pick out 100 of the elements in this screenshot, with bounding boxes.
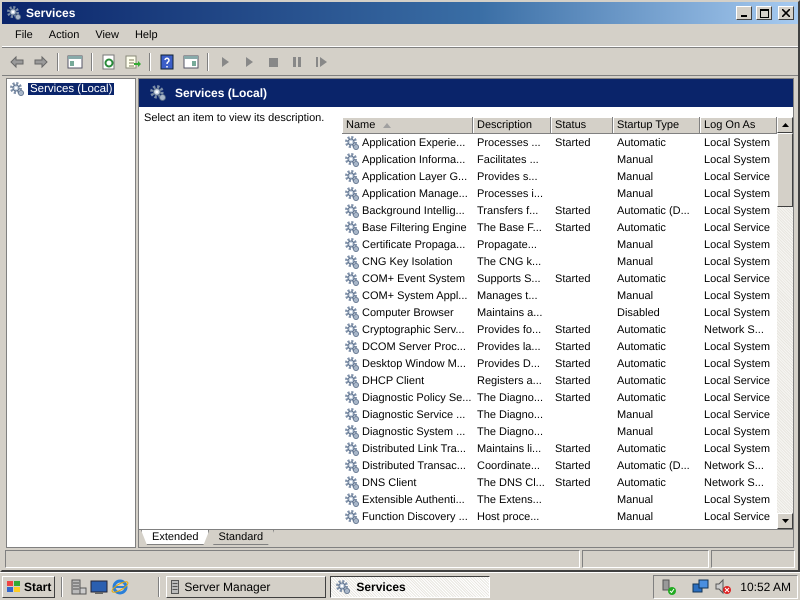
table-cell: Local System (704, 256, 770, 268)
table-cell: Automatic (617, 324, 666, 336)
table-cell: The DNS Cl... (477, 476, 545, 488)
service-name: Desktop Window M... (362, 358, 466, 370)
table-cell: Manual (617, 426, 654, 438)
table-cell: Automatic (617, 392, 666, 404)
muted-speaker-icon[interactable] (714, 578, 732, 596)
table-cell: Disabled (617, 306, 660, 318)
table-cell: Local System (704, 188, 770, 200)
service-name: Application Manage... (362, 188, 468, 200)
table-cell: Automatic (617, 374, 666, 386)
service-name: CNG Key Isolation (362, 256, 452, 268)
menu-item[interactable]: Help (126, 27, 166, 43)
table-cell: Manual (617, 494, 654, 506)
table-cell: Manual (617, 188, 654, 200)
table-cell: Manual (617, 510, 654, 522)
column-header[interactable]: Name (342, 117, 473, 133)
table-cell: Registers a... (477, 374, 542, 386)
gear-icon (344, 202, 360, 218)
gear-icon (344, 356, 360, 372)
gear-icon (344, 236, 360, 252)
table-cell: Local Service (704, 222, 770, 234)
up-arrow-icon (782, 123, 788, 127)
table-cell: Started (555, 358, 590, 370)
gear-icon (344, 474, 360, 490)
table-cell: Automatic (617, 136, 666, 148)
gear-icon (344, 440, 360, 456)
column-header[interactable]: Status (551, 117, 613, 133)
table-cell: The Diagno... (477, 392, 544, 404)
clock: 10:52 AM (740, 580, 791, 594)
table-cell: Automatic (D... (617, 460, 690, 472)
network-check-icon[interactable] (660, 578, 678, 596)
service-name: Computer Browser (362, 306, 454, 318)
table-cell: Local System (704, 136, 770, 148)
menu-item[interactable]: File (7, 27, 41, 43)
gear-icon (149, 84, 167, 102)
service-name: Distributed Link Tra... (362, 442, 466, 454)
table-cell: Automatic (617, 340, 666, 352)
gear-icon (344, 254, 360, 270)
service-name: Application Informa... (362, 154, 466, 166)
service-name: Diagnostic Service ... (362, 408, 466, 420)
gear-icon (344, 458, 360, 474)
scrollbar[interactable] (777, 117, 793, 529)
taskbar-button[interactable]: Services (330, 576, 490, 598)
minimize-button[interactable] (736, 6, 752, 20)
gear-icon (344, 322, 360, 338)
table-cell: Manual (617, 170, 654, 182)
server-icon (171, 580, 180, 594)
service-name: Function Discovery ... (362, 510, 468, 522)
table-cell: Started (555, 442, 590, 454)
table-cell: Started (555, 374, 590, 386)
start-button[interactable]: Start (2, 576, 56, 598)
table-cell: Provides s... (477, 170, 538, 182)
table-cell: Provides fo... (477, 324, 542, 336)
gear-icon (344, 338, 360, 354)
table-cell: Started (555, 204, 590, 216)
table-cell: Provides la... (477, 340, 541, 352)
scroll-down-button[interactable] (777, 513, 793, 529)
table-cell: Transfers f... (477, 204, 538, 216)
menu-item[interactable]: Action (40, 27, 88, 43)
table-cell: Started (555, 136, 590, 148)
table-cell: Automatic (617, 222, 666, 234)
gear-icon (344, 508, 360, 524)
close-button[interactable] (778, 6, 794, 20)
taskbar-button[interactable]: Server Manager (166, 576, 326, 598)
table-cell: Started (555, 460, 590, 472)
gear-icon (344, 424, 360, 440)
gear-icon (9, 81, 25, 97)
table-cell: Provides D... (477, 358, 540, 370)
table-cell: The Extens... (477, 494, 542, 506)
table-cell: Automatic (617, 476, 666, 488)
column-header[interactable]: Startup Type (613, 117, 700, 133)
view-tab[interactable]: Extended (141, 530, 210, 545)
network-icon[interactable] (692, 578, 710, 596)
tree-item[interactable]: Services (Local) (28, 83, 114, 95)
scroll-thumb[interactable] (777, 133, 793, 207)
table-cell: Maintains li... (477, 442, 542, 454)
table-cell: Coordinate... (477, 460, 540, 472)
service-name: Extensible Authenti... (362, 494, 465, 506)
table-cell: Local System (704, 358, 770, 370)
table-cell: Local System (704, 306, 770, 318)
table-cell: Network S... (704, 324, 764, 336)
desktop-icon[interactable] (90, 578, 108, 596)
gear-icon (344, 288, 360, 304)
table-cell: Host proce... (477, 510, 540, 522)
maximize-button[interactable] (756, 6, 772, 20)
column-header[interactable]: Description (473, 117, 551, 133)
service-name: DNS Client (362, 476, 416, 488)
service-name: Application Experie... (362, 136, 466, 148)
table-cell: Local Service (704, 510, 770, 522)
table-cell: Started (555, 476, 590, 488)
table-cell: Maintains a... (477, 306, 542, 318)
server-icon[interactable] (69, 578, 88, 596)
table-cell: Local Service (704, 392, 770, 404)
gear-icon (344, 492, 360, 508)
window-title: Services (26, 6, 76, 20)
scroll-up-button[interactable] (777, 117, 793, 133)
gear-icon (344, 134, 360, 150)
table-cell: Supports S... (477, 272, 541, 284)
menu-item[interactable]: View (87, 27, 127, 43)
